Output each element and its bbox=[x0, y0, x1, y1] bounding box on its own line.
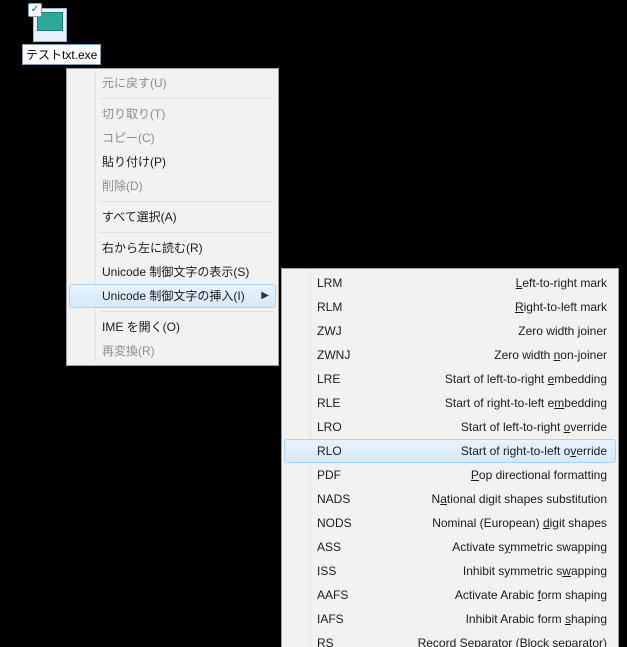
menu-item-label: 切り取り(T) bbox=[102, 107, 165, 121]
desktop-icon[interactable]: テストtxt.exe bbox=[22, 8, 78, 65]
unicode-char-desc: Inhibit Arabic form shaping bbox=[373, 611, 607, 627]
menu-separator bbox=[99, 232, 274, 233]
menu-item: 削除(D) bbox=[69, 174, 276, 198]
unicode-char-desc: Zero width non-joiner bbox=[373, 347, 607, 363]
unicode-char-abbr: RS bbox=[317, 635, 361, 647]
unicode-char-desc: National digit shapes substitution bbox=[373, 491, 607, 507]
menu-item-label: IME を開く(O) bbox=[102, 320, 180, 334]
unicode-char-desc: Activate symmetric swapping bbox=[373, 539, 607, 555]
unicode-char-desc: Zero width joiner bbox=[373, 323, 607, 339]
filename-edit[interactable]: テストtxt.exe bbox=[22, 44, 101, 65]
unicode-char-abbr: RLM bbox=[317, 299, 361, 315]
menu-item[interactable]: すべて選択(A) bbox=[69, 205, 276, 229]
unicode-char-abbr: LRM bbox=[317, 275, 361, 291]
submenu-item[interactable]: RLE Start of right-to-left embedding bbox=[284, 391, 616, 415]
unicode-char-abbr: PDF bbox=[317, 467, 361, 483]
submenu-item[interactable]: ZWNJ Zero width non-joiner bbox=[284, 343, 616, 367]
unicode-char-desc: Right-to-left mark bbox=[373, 299, 607, 315]
menu-item: コピー(C) bbox=[69, 126, 276, 150]
unicode-char-abbr: ZWNJ bbox=[317, 347, 361, 363]
menu-item-label: すべて選択(A) bbox=[102, 210, 177, 224]
menu-item[interactable]: Unicode 制御文字の挿入(I) ▶ bbox=[69, 284, 276, 308]
unicode-char-desc: Start of right-to-left embedding bbox=[373, 395, 607, 411]
menu-item: 元に戻す(U) bbox=[69, 71, 276, 95]
unicode-char-abbr: IAFS bbox=[317, 611, 361, 627]
menu-item-label: Unicode 制御文字の表示(S) bbox=[102, 265, 249, 279]
submenu-item[interactable]: RS Record Separator (Block separator) bbox=[284, 631, 616, 647]
menu-item[interactable]: IME を開く(O) bbox=[69, 315, 276, 339]
menu-item-label: Unicode 制御文字の挿入(I) bbox=[102, 289, 245, 303]
unicode-char-abbr: ZWJ bbox=[317, 323, 361, 339]
unicode-char-abbr: ISS bbox=[317, 563, 361, 579]
unicode-submenu[interactable]: LRM Left-to-right mark RLM Right-to-left ma… bbox=[281, 268, 619, 647]
submenu-item[interactable]: LRO Start of left-to-right override bbox=[284, 415, 616, 439]
submenu-item[interactable]: NADS National digit shapes substitution bbox=[284, 487, 616, 511]
submenu-item[interactable]: PDF Pop directional formatting bbox=[284, 463, 616, 487]
submenu-item[interactable]: ZWJ Zero width joiner bbox=[284, 319, 616, 343]
unicode-char-desc: Start of left-to-right embedding bbox=[373, 371, 607, 387]
menu-item[interactable]: Unicode 制御文字の表示(S) bbox=[69, 260, 276, 284]
menu-separator bbox=[99, 201, 274, 202]
unicode-char-desc: Nominal (European) digit shapes bbox=[373, 515, 607, 531]
menu-item[interactable]: 右から左に読む(R) bbox=[69, 236, 276, 260]
submenu-item[interactable]: ISS Inhibit symmetric swapping bbox=[284, 559, 616, 583]
menu-item-label: 再変換(R) bbox=[102, 344, 155, 358]
unicode-char-desc: Record Separator (Block separator) bbox=[373, 635, 607, 647]
submenu-item[interactable]: RLM Right-to-left mark bbox=[284, 295, 616, 319]
file-icon bbox=[33, 8, 67, 42]
unicode-char-desc: Inhibit symmetric swapping bbox=[373, 563, 607, 579]
unicode-char-abbr: NADS bbox=[317, 491, 361, 507]
menu-item[interactable]: 貼り付け(P) bbox=[69, 150, 276, 174]
menu-item-label: 元に戻す(U) bbox=[102, 76, 167, 90]
menu-item: 切り取り(T) bbox=[69, 102, 276, 126]
unicode-char-desc: Pop directional formatting bbox=[373, 467, 607, 483]
unicode-char-abbr: LRO bbox=[317, 419, 361, 435]
unicode-char-desc: Start of left-to-right override bbox=[373, 419, 607, 435]
menu-item-label: コピー(C) bbox=[102, 131, 155, 145]
menu-separator bbox=[99, 311, 274, 312]
unicode-char-abbr: LRE bbox=[317, 371, 361, 387]
submenu-item[interactable]: AAFS Activate Arabic form shaping bbox=[284, 583, 616, 607]
submenu-item[interactable]: IAFS Inhibit Arabic form shaping bbox=[284, 607, 616, 631]
unicode-char-desc: Start of right-to-left override bbox=[373, 443, 607, 459]
submenu-item[interactable]: NODS Nominal (European) digit shapes bbox=[284, 511, 616, 535]
menu-separator bbox=[99, 98, 274, 99]
unicode-char-abbr: RLO bbox=[317, 443, 361, 459]
menu-item-label: 貼り付け(P) bbox=[102, 155, 166, 169]
menu-item: 再変換(R) bbox=[69, 339, 276, 363]
context-menu[interactable]: 元に戻す(U) 切り取り(T) コピー(C) 貼り付け(P) 削除(D) すべて選択(A)… bbox=[66, 68, 279, 366]
unicode-char-desc: Left-to-right mark bbox=[373, 275, 607, 291]
menu-item-label: 右から左に読む(R) bbox=[102, 241, 203, 255]
submenu-arrow-icon: ▶ bbox=[261, 288, 269, 304]
unicode-char-abbr: NODS bbox=[317, 515, 361, 531]
submenu-item[interactable]: RLO Start of right-to-left override bbox=[284, 439, 616, 463]
unicode-char-abbr: ASS bbox=[317, 539, 361, 555]
unicode-char-abbr: AAFS bbox=[317, 587, 361, 603]
unicode-char-desc: Activate Arabic form shaping bbox=[373, 587, 607, 603]
submenu-item[interactable]: ASS Activate symmetric swapping bbox=[284, 535, 616, 559]
menu-item-label: 削除(D) bbox=[102, 179, 143, 193]
submenu-item[interactable]: LRE Start of left-to-right embedding bbox=[284, 367, 616, 391]
unicode-char-abbr: RLE bbox=[317, 395, 361, 411]
submenu-item[interactable]: LRM Left-to-right mark bbox=[284, 271, 616, 295]
